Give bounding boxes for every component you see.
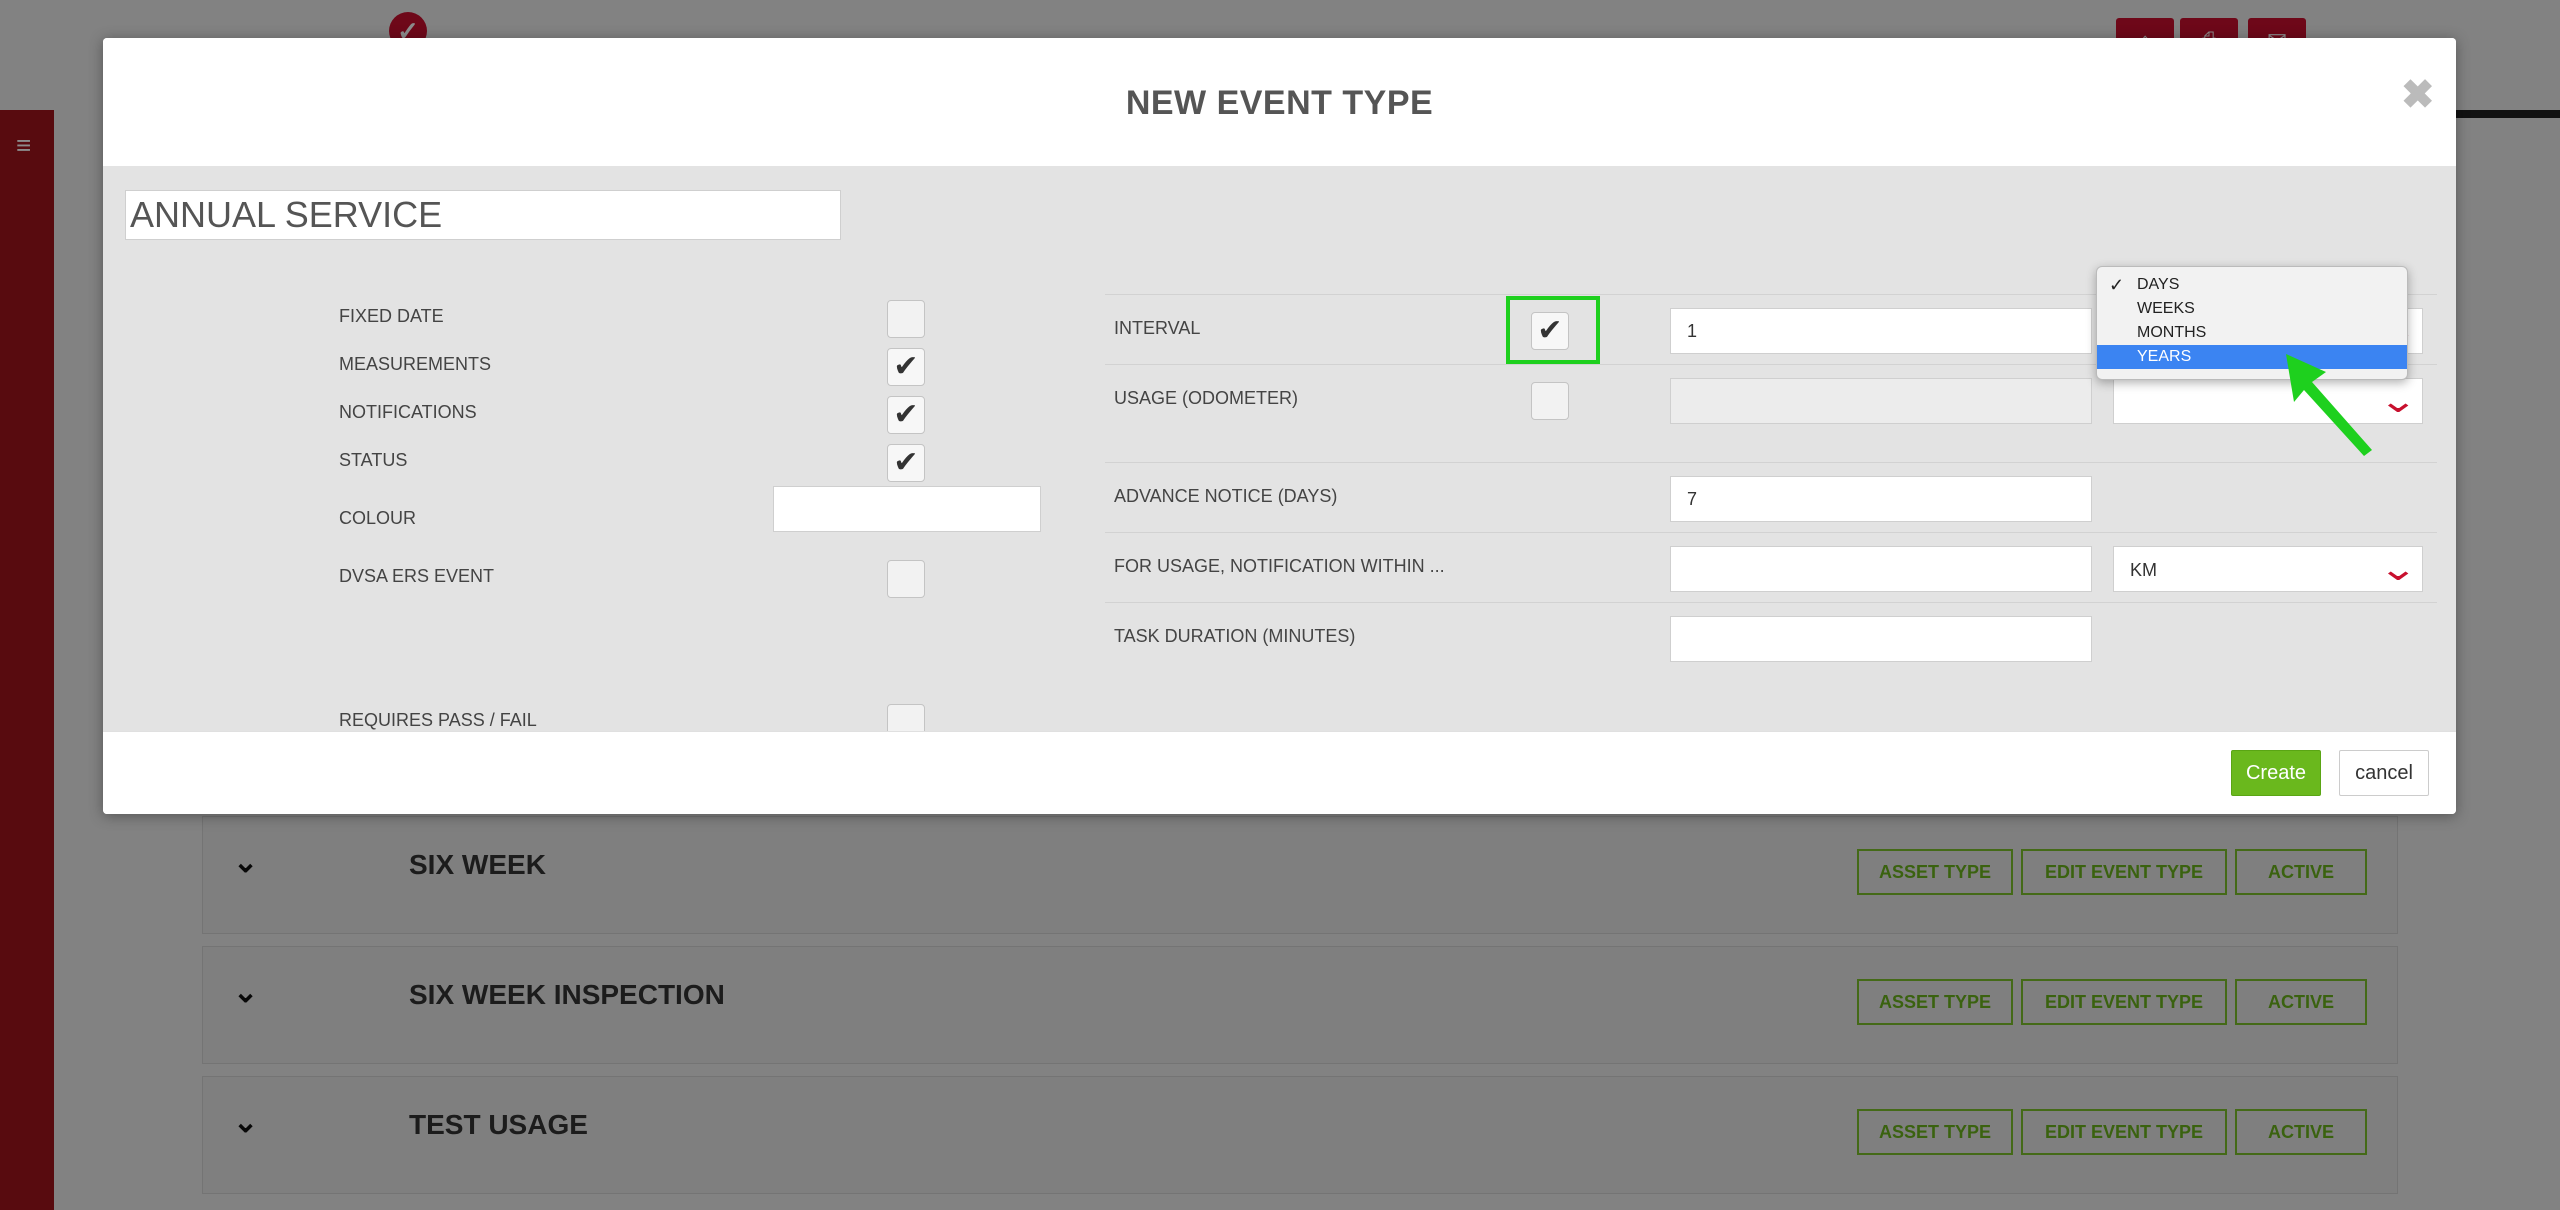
create-button[interactable]: Create: [2231, 750, 2321, 796]
advance-notice-input[interactable]: [1670, 476, 2092, 522]
cancel-button[interactable]: cancel: [2339, 750, 2429, 796]
divider: [1105, 532, 2437, 533]
chevron-down-icon: ⌄: [2377, 550, 2418, 588]
requires-pass-fail-label: REQUIRES PASS / FAIL: [339, 710, 537, 730]
dropdown-option-days[interactable]: ✓ DAYS: [2097, 273, 2407, 297]
modal-title: NEW EVENT TYPE: [1125, 84, 1434, 122]
interval-value-input[interactable]: [1670, 308, 2092, 354]
usage-odometer-label: USAGE (ODOMETER): [1114, 388, 1299, 408]
unit-value: KM: [2130, 560, 2157, 580]
fixed-date-checkbox[interactable]: [887, 300, 925, 338]
chevron-down-icon: ⌄: [2377, 382, 2418, 420]
task-duration-label: TASK DURATION (MINUTES): [1114, 626, 1356, 646]
checkmark-icon: ✓: [2109, 275, 2125, 295]
usage-notification-input[interactable]: [1670, 546, 2092, 592]
usage-notification-label: FOR USAGE, NOTIFICATION WITHIN ...: [1114, 556, 1445, 576]
usage-value-input: [1670, 378, 2092, 424]
new-event-type-modal: NEW EVENT TYPE ✖ FIXED DATE MEASUREMENTS…: [103, 38, 2456, 814]
divider: [1105, 602, 2437, 603]
modal-header: NEW EVENT TYPE ✖: [103, 38, 2456, 167]
usage-odometer-checkbox[interactable]: [1531, 382, 1569, 420]
dropdown-option-months[interactable]: MONTHS: [2097, 321, 2407, 345]
measurements-checkbox[interactable]: ✔: [887, 348, 925, 386]
dropdown-option-weeks[interactable]: WEEKS: [2097, 297, 2407, 321]
dvsa-ers-event-checkbox[interactable]: [887, 560, 925, 598]
interval-checkbox-highlight: [1506, 296, 1600, 364]
divider: [1105, 462, 2437, 463]
notifications-label: NOTIFICATIONS: [339, 402, 477, 422]
advance-notice-label: ADVANCE NOTICE (DAYS): [1114, 486, 1338, 506]
fixed-date-label: FIXED DATE: [339, 306, 444, 326]
event-name-input[interactable]: [125, 190, 841, 240]
close-icon[interactable]: ✖: [2401, 72, 2435, 118]
usage-notification-unit-select[interactable]: KM ⌄: [2113, 546, 2423, 592]
status-checkbox[interactable]: ✔: [887, 444, 925, 482]
annotation-arrow-icon: [2286, 354, 2372, 456]
status-label: STATUS: [339, 450, 408, 470]
modal-footer: [103, 731, 2456, 814]
colour-input[interactable]: [773, 486, 1041, 532]
interval-label: INTERVAL: [1114, 318, 1201, 338]
measurements-label: MEASUREMENTS: [339, 354, 492, 374]
dvsa-ers-event-label: DVSA ERS EVENT: [339, 566, 495, 586]
notifications-checkbox[interactable]: ✔: [887, 396, 925, 434]
task-duration-input[interactable]: [1670, 616, 2092, 662]
modal-body: FIXED DATE MEASUREMENTS ✔ NOTIFICATIONS …: [103, 166, 2456, 742]
colour-label: COLOUR: [339, 508, 417, 528]
